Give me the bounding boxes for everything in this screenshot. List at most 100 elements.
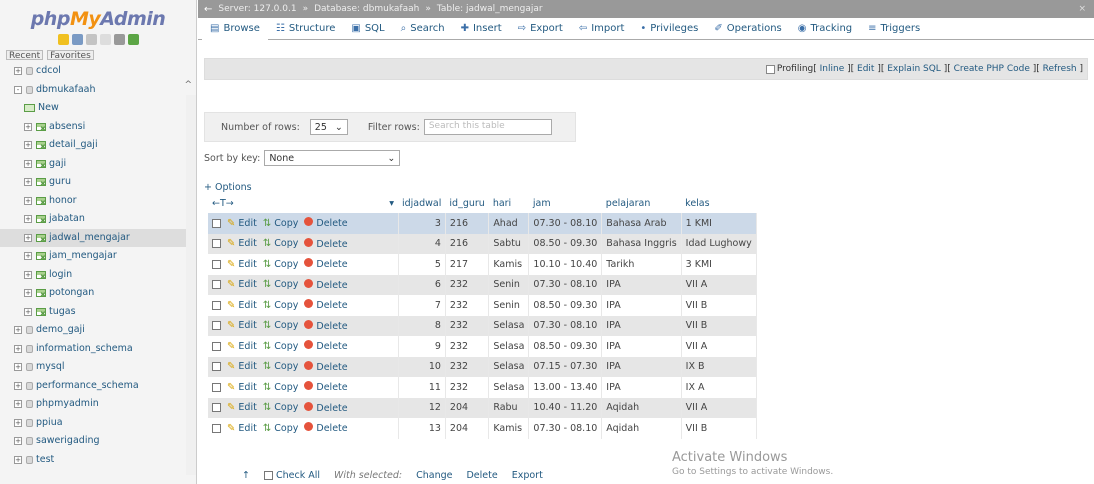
row-checkbox[interactable] xyxy=(212,321,221,331)
cell-hari[interactable]: Rabu xyxy=(488,397,530,418)
expand-icon[interactable]: + xyxy=(14,326,22,335)
expand-icon[interactable]: + xyxy=(24,122,32,131)
help-icon[interactable] xyxy=(85,33,97,45)
cell-hari[interactable]: Selasa xyxy=(488,336,530,357)
profiling-checkbox[interactable] xyxy=(765,64,775,74)
cell-idjadwal[interactable]: 4 xyxy=(398,233,446,254)
table-row[interactable]: ✎ Edit ⇅ Copy Delete 7 232 Senin 08.50 - 09.3… xyxy=(208,295,757,316)
cell-id-guru[interactable]: 232 xyxy=(445,295,490,316)
cell-kelas[interactable]: 1 KMI xyxy=(681,213,757,234)
expand-icon[interactable]: + xyxy=(14,67,22,76)
cell-idjadwal[interactable]: 8 xyxy=(398,315,446,336)
cell-idjadwal[interactable]: 9 xyxy=(398,336,446,357)
breadcrumb-table[interactable]: Table: jadwal_mengajar xyxy=(437,4,543,14)
cell-jam[interactable]: 10.10 - 10.40 xyxy=(528,254,603,275)
cell-jam[interactable]: 07.30 - 08.10 xyxy=(528,315,603,336)
tree-item-information-schema[interactable]: + information_schema xyxy=(0,340,196,359)
cell-idjadwal[interactable]: 6 xyxy=(398,274,446,295)
tree-item-honor[interactable]: + honor xyxy=(0,192,196,212)
settings-icon[interactable] xyxy=(113,33,125,45)
check-all-checkbox[interactable] xyxy=(263,471,273,480)
expand-icon[interactable]: - xyxy=(14,85,22,94)
copy-button[interactable]: ⇅ Copy xyxy=(263,279,299,290)
expand-icon[interactable]: + xyxy=(14,437,22,446)
expand-icon[interactable]: + xyxy=(24,159,32,168)
bulk-export-button[interactable]: Export xyxy=(512,470,543,481)
cell-id-guru[interactable]: 232 xyxy=(445,274,490,295)
bulk-change-button[interactable]: Change xyxy=(416,470,452,481)
cell-pelajaran[interactable]: IPA xyxy=(601,274,682,295)
cell-idjadwal[interactable]: 13 xyxy=(398,418,446,439)
cell-id-guru[interactable]: 204 xyxy=(445,397,490,418)
row-checkbox[interactable] xyxy=(212,300,221,310)
cell-kelas[interactable]: VII B xyxy=(681,315,757,336)
cell-jam[interactable]: 07.30 - 08.10 xyxy=(528,418,603,439)
cell-hari[interactable]: Selasa xyxy=(488,356,530,377)
cell-pelajaran[interactable]: IPA xyxy=(601,315,682,336)
options-toggle[interactable]: + Options xyxy=(204,182,252,193)
tab-tracking[interactable]: ◉ Tracking xyxy=(790,18,860,40)
tree-item-jabatan[interactable]: + jabatan xyxy=(0,210,196,231)
logout-icon[interactable] xyxy=(71,33,83,45)
table-row[interactable]: ✎ Edit ⇅ Copy Delete 8 232 Selasa 07.30 - 08.… xyxy=(208,315,757,336)
recent-tab[interactable]: Recent xyxy=(6,50,44,61)
copy-button[interactable]: ⇅ Copy xyxy=(263,320,299,331)
close-icon[interactable]: × xyxy=(1078,4,1086,14)
cell-jam[interactable]: 07.15 - 07.30 xyxy=(528,356,603,377)
profiling-link-edit[interactable]: Edit xyxy=(857,64,874,74)
sort-select[interactable]: None ⌄ xyxy=(264,150,401,166)
cell-hari[interactable]: Sabtu xyxy=(488,233,530,254)
tab-sql[interactable]: ▣ SQL xyxy=(343,18,392,40)
edit-button[interactable]: ✎ Edit xyxy=(227,423,257,434)
cell-kelas[interactable]: VII A xyxy=(681,274,757,295)
copy-button[interactable]: ⇅ Copy xyxy=(263,238,299,249)
tab-browse[interactable]: ▤ Browse xyxy=(202,17,268,40)
table-row[interactable]: ✎ Edit ⇅ Copy Delete 11 232 Selasa 13.00 - 13… xyxy=(208,377,757,398)
cell-id-guru[interactable]: 232 xyxy=(445,356,490,377)
profiling-link-inline[interactable]: Inline xyxy=(820,64,845,74)
cell-pelajaran[interactable]: Aqidah xyxy=(601,397,682,418)
delete-button[interactable]: Delete xyxy=(304,360,348,373)
cell-kelas[interactable]: 3 KMI xyxy=(681,254,757,275)
row-checkbox[interactable] xyxy=(212,259,221,269)
tree-item-gaji[interactable]: + gaji xyxy=(0,155,196,175)
home-icon[interactable] xyxy=(57,33,69,45)
tree-item-absensi[interactable]: + absensi xyxy=(0,118,196,138)
bulk-delete-button[interactable]: Delete xyxy=(466,470,497,481)
copy-button[interactable]: ⇅ Copy xyxy=(263,361,299,372)
edit-button[interactable]: ✎ Edit xyxy=(227,218,257,229)
expand-icon[interactable]: + xyxy=(24,196,32,205)
check-all[interactable]: Check All xyxy=(263,470,320,481)
copy-button[interactable]: ⇅ Copy xyxy=(263,259,299,270)
rows-select[interactable]: 25 ⌄ xyxy=(309,119,348,135)
breadcrumb-database[interactable]: Database: dbmukafaah xyxy=(314,4,419,14)
expand-icon[interactable]: + xyxy=(24,178,32,187)
tab-export[interactable]: ⇨ Export xyxy=(510,18,571,40)
phpmyadmin-logo[interactable]: phpMyAdmin xyxy=(0,0,196,30)
cell-hari[interactable]: Ahad xyxy=(488,213,530,234)
delete-button[interactable]: Delete xyxy=(304,422,348,434)
cell-pelajaran[interactable]: Bahasa Inggris xyxy=(601,233,682,254)
tree-item-test[interactable]: + test xyxy=(0,451,196,470)
tree-item-cdcol[interactable]: + cdcol xyxy=(0,62,196,81)
row-checkbox[interactable] xyxy=(212,239,221,249)
tree-item-login[interactable]: + login xyxy=(0,266,196,286)
edit-button[interactable]: ✎ Edit xyxy=(227,238,257,249)
row-checkbox[interactable] xyxy=(212,382,221,392)
delete-button[interactable]: Delete xyxy=(304,340,348,352)
cell-id-guru[interactable]: 232 xyxy=(445,315,490,336)
cell-idjadwal[interactable]: 5 xyxy=(398,254,446,275)
cell-idjadwal[interactable]: 11 xyxy=(398,377,446,398)
cell-pelajaran[interactable]: Bahasa Arab xyxy=(601,213,682,234)
col-header-hari[interactable]: hari xyxy=(489,193,529,213)
tree-item-tugas[interactable]: + tugas xyxy=(0,303,196,323)
table-row[interactable]: ✎ Edit ⇅ Copy Delete 5 217 Kamis 10.10 - 10.4… xyxy=(208,254,757,275)
cell-jam[interactable]: 13.00 - 13.40 xyxy=(528,377,603,398)
cell-hari[interactable]: Kamis xyxy=(488,418,530,439)
profiling-link-explain-sql[interactable]: Explain SQL xyxy=(887,64,941,74)
cell-kelas[interactable]: Idad Lughowy xyxy=(681,233,757,254)
cell-hari[interactable]: Selasa xyxy=(488,315,530,336)
cell-jam[interactable]: 07.30 - 08.10 xyxy=(528,274,603,295)
table-row[interactable]: ✎ Edit ⇅ Copy Delete 9 232 Selasa 08.50 - 09.… xyxy=(208,336,757,357)
tab-import[interactable]: ⇦ Import xyxy=(571,18,633,40)
